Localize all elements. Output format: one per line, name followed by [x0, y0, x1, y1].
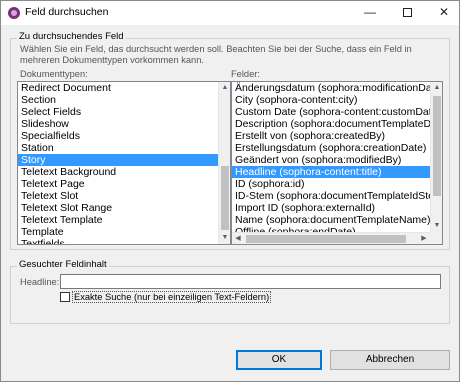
fields-label: Felder:	[231, 69, 260, 79]
scroll-up-icon[interactable]: ▲	[431, 82, 442, 94]
list-item[interactable]: Story	[18, 154, 218, 166]
dialog-window: Feld durchsuchen — ✕ Zu durchsuchendes F…	[0, 0, 460, 382]
list-item[interactable]: Änderungsdatum (sophora:modificationDate…	[232, 82, 430, 94]
field-content-group-title: Gesuchter Feldinhalt	[17, 259, 109, 270]
headline-input[interactable]	[60, 274, 441, 289]
maximize-icon	[402, 8, 412, 18]
fields-listbox[interactable]: Änderungsdatum (sophora:modificationDate…	[231, 81, 443, 245]
scroll-down-icon[interactable]: ▼	[431, 220, 442, 232]
app-logo-icon	[8, 7, 20, 19]
doctypes-label: Dokumenttypen:	[20, 69, 88, 79]
list-item[interactable]: City (sophora-content:city)	[232, 94, 430, 106]
list-item[interactable]: Name (sophora:documentTemplateName)	[232, 214, 430, 226]
close-button[interactable]: ✕	[429, 1, 459, 25]
list-item[interactable]: Teletext Slot Range	[18, 202, 218, 214]
maximize-button[interactable]	[392, 1, 422, 25]
search-field-description: Wählen Sie ein Feld, das durchsucht werd…	[20, 44, 412, 65]
doctypes-list: Redirect Document Section Select Fields Sli…	[18, 82, 218, 244]
headline-label: Headline:	[20, 277, 60, 287]
scroll-corner	[430, 232, 442, 244]
window-title: Feld durchsuchen	[25, 6, 109, 18]
list-item[interactable]: Redirect Document	[18, 82, 218, 94]
fields-scroll-thumb[interactable]	[433, 96, 441, 196]
fields-list: Änderungsdatum (sophora:modificationDate…	[232, 82, 430, 238]
list-item[interactable]: Section	[18, 94, 218, 106]
exact-search-checkbox[interactable]	[60, 292, 70, 302]
list-item[interactable]: Textfields	[18, 238, 218, 244]
list-item[interactable]: ID-Stem (sophora:documentTemplateIdStem)	[232, 190, 430, 202]
scroll-up-icon[interactable]: ▲	[219, 82, 230, 94]
list-item[interactable]: Template	[18, 226, 218, 238]
fields-hscroll-thumb[interactable]	[246, 235, 406, 243]
cancel-button[interactable]: Abbrechen	[330, 350, 450, 370]
ok-button[interactable]: OK	[236, 350, 322, 370]
list-item[interactable]: Erstellungsdatum (sophora:creationDate)	[232, 142, 430, 154]
search-field-group-title: Zu durchsuchendes Feld	[17, 31, 126, 42]
list-item[interactable]: Import ID (sophora:externalId)	[232, 202, 430, 214]
fields-horizontal-scrollbar[interactable]: ◀ ▶	[232, 232, 430, 244]
list-item[interactable]: Geändert von (sophora:modifiedBy)	[232, 154, 430, 166]
list-item[interactable]: Description (sophora:documentTemplateDes…	[232, 118, 430, 130]
list-item[interactable]: Select Fields	[18, 106, 218, 118]
list-item[interactable]: Custom Date (sophora-content:customDate)	[232, 106, 430, 118]
list-item[interactable]: Teletext Background	[18, 166, 218, 178]
list-item[interactable]: Teletext Template	[18, 214, 218, 226]
list-item[interactable]: Specialfields	[18, 130, 218, 142]
list-item[interactable]: Slideshow	[18, 118, 218, 130]
minimize-button[interactable]: —	[355, 1, 385, 25]
list-item[interactable]: ID (sophora:id)	[232, 178, 430, 190]
scroll-left-icon[interactable]: ◀	[232, 233, 244, 244]
list-item[interactable]: Teletext Page	[18, 178, 218, 190]
list-item[interactable]: Headline (sophora-content:title)	[232, 166, 430, 178]
doctypes-scroll-thumb[interactable]	[221, 166, 229, 230]
list-item[interactable]: Teletext Slot	[18, 190, 218, 202]
list-item[interactable]: Station	[18, 142, 218, 154]
list-item[interactable]: Erstellt von (sophora:createdBy)	[232, 130, 430, 142]
doctypes-listbox[interactable]: Redirect Document Section Select Fields Sli…	[17, 81, 231, 245]
title-bar[interactable]: Feld durchsuchen — ✕	[1, 1, 459, 25]
exact-search-label[interactable]: Exakte Suche (nur bei einzeiligen Text-F…	[72, 291, 272, 303]
fields-vertical-scrollbar[interactable]: ▲ ▼	[430, 82, 442, 232]
scroll-down-icon[interactable]: ▼	[219, 232, 230, 244]
scroll-right-icon[interactable]: ▶	[418, 233, 430, 244]
doctypes-scrollbar[interactable]: ▲ ▼	[218, 82, 230, 244]
